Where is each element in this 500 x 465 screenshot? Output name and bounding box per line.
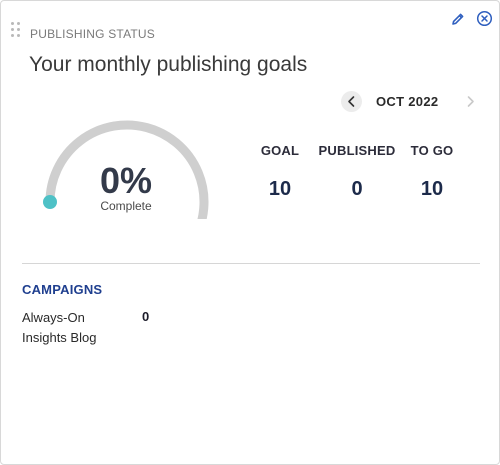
section-divider <box>22 263 480 264</box>
chevron-left-icon <box>348 96 355 107</box>
pencil-icon <box>452 13 464 25</box>
stat-goal-label: GOAL <box>260 143 300 158</box>
previous-month-button[interactable] <box>341 91 362 112</box>
widget-label: PUBLISHING STATUS <box>30 27 155 41</box>
completion-percent: 0% <box>99 160 153 201</box>
completion-caption: Complete <box>100 199 152 213</box>
stat-to-go-value: 10 <box>420 178 444 200</box>
edit-button[interactable] <box>450 11 466 27</box>
stat-published: PUBLISHED 0 <box>317 143 397 201</box>
stat-published-value: 0 <box>351 178 363 200</box>
stat-published-label: PUBLISHED <box>318 143 396 158</box>
publishing-status-widget: PUBLISHING STATUS Your monthly publishin… <box>0 0 500 465</box>
stat-goal: GOAL 10 <box>259 143 301 201</box>
widget-title: Your monthly publishing goals <box>29 53 308 76</box>
close-circle-icon <box>476 10 493 27</box>
month-navigator: OCT 2022 <box>341 91 481 113</box>
chevron-right-icon <box>467 96 474 107</box>
campaign-count: 0 <box>142 309 150 324</box>
close-button[interactable] <box>476 10 493 27</box>
campaign-name[interactable]: Always-On Insights Blog <box>22 308 127 348</box>
campaigns-heading[interactable]: CAMPAIGNS <box>22 282 102 297</box>
stat-goal-value: 10 <box>268 178 292 200</box>
current-month-label: OCT 2022 <box>376 94 439 109</box>
stat-to-go: TO GO 10 <box>409 143 455 201</box>
drag-handle-icon[interactable] <box>11 22 21 40</box>
next-month-button[interactable] <box>460 91 481 112</box>
stat-to-go-label: TO GO <box>410 143 454 158</box>
gauge-marker <box>43 195 57 209</box>
